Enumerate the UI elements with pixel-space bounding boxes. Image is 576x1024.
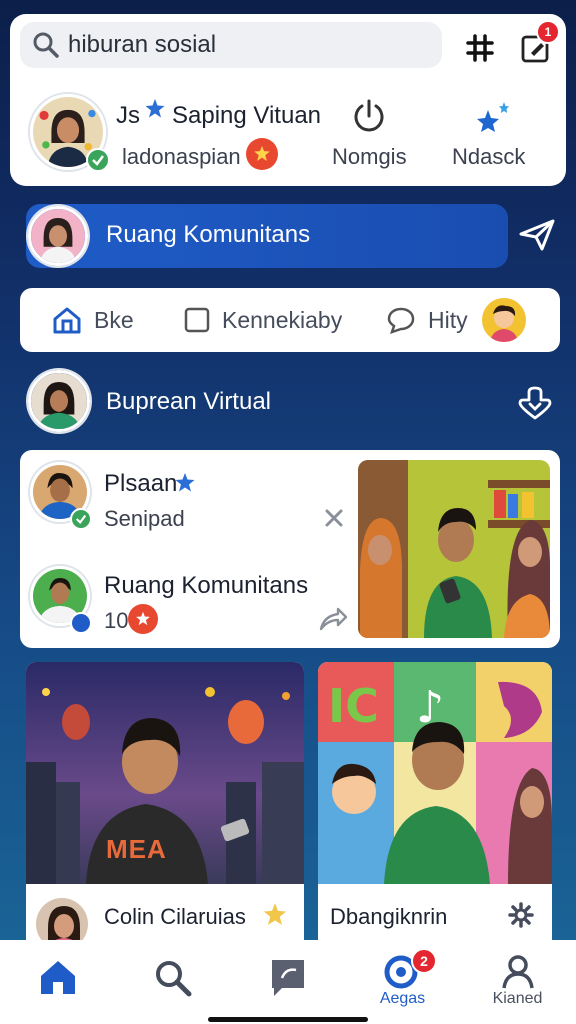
verified-badge-icon	[70, 508, 92, 530]
tab-kennekiaby[interactable]: Kennekiaby	[184, 288, 342, 352]
chat-icon	[271, 960, 304, 996]
shirt-text: MEA	[106, 834, 167, 864]
search-query: hiburan sosial	[68, 31, 217, 58]
nav-aegas-badge: 2	[411, 948, 437, 974]
share-icon[interactable]	[318, 606, 348, 632]
post-2-author: Dbangiknrin	[330, 904, 448, 929]
favorite-star-icon[interactable]	[262, 902, 288, 928]
home-icon	[53, 307, 81, 334]
feed-item2-name: Ruang Komunitans	[104, 572, 309, 599]
search-icon	[155, 961, 191, 997]
community-avatar[interactable]	[28, 206, 88, 266]
nav-kianed-label: Kianed	[492, 990, 543, 1007]
section-avatar[interactable]	[28, 370, 90, 432]
section-title: Buprean Virtual	[106, 388, 271, 415]
verified-star-icon	[145, 99, 165, 118]
feed-item2-count: 10	[104, 608, 129, 633]
action-label-ndasck[interactable]: Ndasck	[452, 144, 525, 170]
gear-icon[interactable]	[508, 902, 534, 928]
nav-chat[interactable]	[230, 940, 345, 1024]
avatar-image	[31, 373, 87, 429]
profile-name: Js	[116, 102, 140, 129]
bottom-nav: 2 Aegas Kianed	[0, 940, 576, 1024]
star-badge-icon	[128, 604, 158, 634]
download-icon[interactable]	[516, 384, 554, 422]
power-icon[interactable]	[350, 96, 388, 134]
feed-item1-name: Plsaan	[104, 470, 178, 497]
checkbox-icon	[184, 307, 210, 333]
tabs-card: Bke Kennekiaby Hity	[20, 288, 560, 352]
profile-title: Saping Vituan	[172, 102, 322, 129]
nav-kianed[interactable]: Kianed	[460, 940, 575, 1024]
tab-label: Kennekiaby	[222, 306, 343, 333]
profile-subtitle: ladonaspian	[122, 144, 241, 169]
post-1-author: Colin Cilaruias	[104, 904, 246, 929]
tab-bke[interactable]: Bke	[52, 288, 134, 352]
hashtag-icon[interactable]	[464, 32, 496, 64]
cartoon-avatar[interactable]	[482, 298, 526, 342]
profile-icon	[501, 955, 534, 989]
nav-search[interactable]	[115, 940, 230, 1024]
community-photo-image	[358, 460, 550, 638]
feed-photo[interactable]	[358, 460, 550, 638]
post-card-2[interactable]: IC ♪ Dbangiknrin	[318, 662, 552, 952]
header-card: hiburan sosial 1 Js Saping Vituan ladona…	[10, 14, 566, 186]
notification-badge: 1	[536, 20, 560, 44]
community-bar[interactable]: Ruang Komunitans	[26, 204, 508, 268]
search-icon	[33, 32, 59, 58]
nav-aegas[interactable]: 2 Aegas	[345, 940, 460, 1024]
community-bar-label: Ruang Komunitans	[106, 221, 311, 248]
verified-badge-icon	[86, 148, 110, 172]
feed-item1-subtitle: Senipad	[104, 506, 185, 531]
nav-aegas-label: Aegas	[379, 990, 426, 1007]
send-icon[interactable]	[518, 218, 556, 252]
tab-label: Bke	[94, 306, 134, 333]
avatar-image	[31, 209, 85, 263]
post-card-1[interactable]: MEA Colin Cilaruias	[26, 662, 304, 952]
nav-home[interactable]	[0, 940, 115, 1024]
tab-hity[interactable]: Hity	[386, 288, 468, 352]
svg-text:IC: IC	[328, 679, 379, 733]
home-indicator	[208, 1017, 368, 1022]
home-icon	[40, 961, 75, 994]
action-label-nomgis[interactable]: Nomgis	[332, 144, 407, 170]
tab-label: Hity	[428, 306, 468, 333]
sparkle-stars-icon[interactable]	[472, 98, 512, 138]
search-input[interactable]: hiburan sosial	[20, 22, 442, 68]
star-badge-icon	[246, 138, 278, 170]
verified-star-icon	[175, 473, 195, 492]
avatar-image	[490, 305, 518, 342]
close-icon[interactable]	[322, 506, 346, 530]
feed-card[interactable]: Plsaan Senipad Ruang Komunitans 10	[20, 450, 560, 648]
globe-badge-icon	[70, 612, 92, 634]
post-photo-image: IC ♪	[318, 662, 552, 884]
chat-bubble-icon	[387, 307, 415, 334]
